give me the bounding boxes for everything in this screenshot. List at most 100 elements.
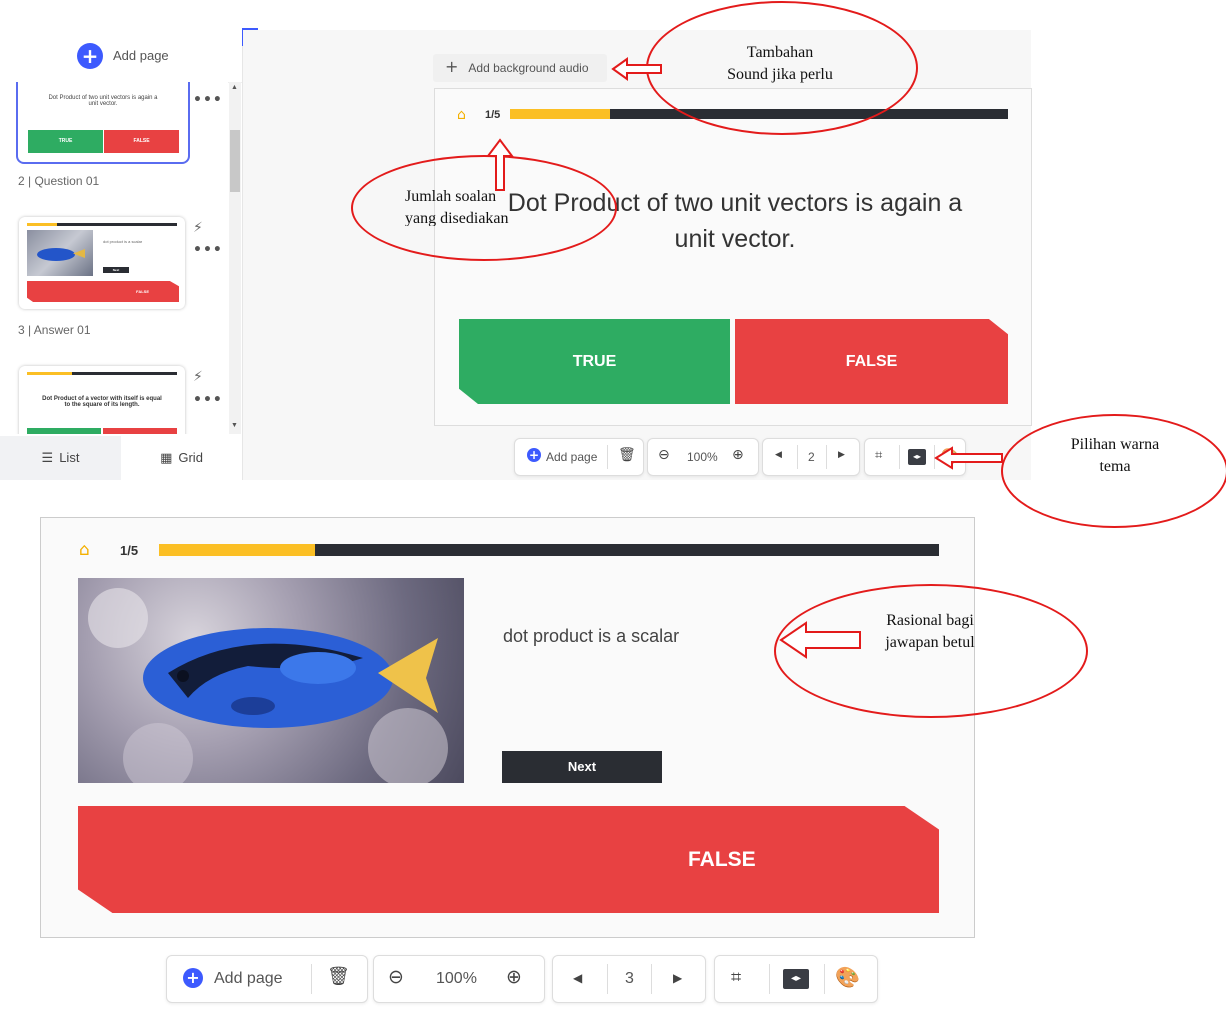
- next-button[interactable]: Next: [502, 751, 662, 783]
- toolbar-zoom-group: ⊖ 100% ⊕: [373, 955, 545, 1003]
- split-view-icon[interactable]: ◂▸: [783, 969, 809, 989]
- arrow-up-icon: [486, 138, 514, 191]
- zoom-out-icon[interactable]: ⊖: [388, 966, 404, 988]
- separator: [311, 964, 312, 994]
- annotation-count-note: Jumlah soalan yang disediakan: [405, 186, 555, 226]
- bg-audio-label: Add background audio: [468, 61, 589, 75]
- zoom-out-icon[interactable]: ⊖: [658, 447, 670, 463]
- next-page-icon[interactable]: ▶: [673, 971, 682, 985]
- separator: [899, 445, 900, 469]
- home-icon[interactable]: ⌂: [457, 107, 466, 123]
- page-number: 3: [625, 970, 634, 987]
- false-answer-label: FALSE: [688, 848, 756, 871]
- previous-page-icon[interactable]: ◀: [775, 450, 782, 460]
- plus-icon: +: [77, 43, 103, 69]
- add-page-sidebar-button[interactable]: +: [77, 43, 103, 69]
- magic-wand-icon[interactable]: ⚡: [193, 369, 203, 385]
- view-tabs: ☰ List ▦ Grid: [0, 436, 242, 480]
- toolbar-page-group: + Add page 🗑: [166, 955, 368, 1003]
- progress-bar-fill: [159, 544, 315, 556]
- theme-palette-icon[interactable]: 🎨: [835, 965, 860, 989]
- next-page-icon[interactable]: ▶: [838, 450, 845, 460]
- list-icon: ☰: [41, 451, 54, 466]
- tab-grid[interactable]: ▦ Grid: [121, 436, 242, 480]
- zoom-in-icon[interactable]: ⊕: [732, 447, 744, 463]
- fish-illustration: [88, 588, 448, 783]
- thumb-question-text: Dot Product of a vector with itself is e…: [42, 396, 162, 408]
- grid-icon: ▦: [160, 451, 173, 466]
- zoom-in-icon[interactable]: ⊕: [506, 966, 522, 988]
- true-button[interactable]: TRUE: [459, 319, 730, 404]
- annotation-theme-line-2: tema: [1099, 457, 1131, 475]
- thumb-false: FALSE: [27, 281, 179, 302]
- more-options-icon[interactable]: •••: [193, 92, 223, 108]
- thumb-true-fragment: [27, 428, 101, 434]
- add-page-icon[interactable]: +: [183, 968, 203, 988]
- thumbnail-question[interactable]: Dot Product of two unit vectors is again…: [16, 82, 190, 164]
- thumbnail-question-2[interactable]: Dot Product of a vector with itself is e…: [19, 366, 185, 434]
- fish-image-thumb: [27, 230, 93, 276]
- scroll-up-icon[interactable]: ▲: [231, 84, 238, 91]
- false-button[interactable]: FALSE: [735, 319, 1008, 404]
- add-background-audio-button[interactable]: + Add background audio: [433, 54, 607, 82]
- thumbnail-true: TRUE: [28, 130, 103, 153]
- thumbnail-false: FALSE: [104, 130, 179, 153]
- add-page-icon[interactable]: +: [527, 448, 541, 462]
- trash-icon[interactable]: 🗑: [327, 966, 350, 987]
- progress-bar: [159, 544, 939, 556]
- separator: [607, 445, 608, 469]
- fit-screen-icon[interactable]: ⌗: [731, 967, 741, 988]
- scroll-down-icon[interactable]: ▼: [231, 422, 238, 429]
- annotation-rationale-line-1: Rasional bagi: [886, 612, 974, 629]
- home-icon[interactable]: ⌂: [79, 540, 90, 560]
- annotation-theme-line-1: Pilihan warna: [1070, 436, 1160, 453]
- rationale-text: dot product is a scalar: [503, 626, 680, 646]
- toolbar-nav-group: ◀ 2 ▶: [762, 438, 860, 476]
- answer-slide: ⌂ 1/5 dot product is a scalar Next FALSE: [40, 517, 975, 938]
- thumbnail-question-text: Dot Product of two unit vectors is again…: [48, 95, 158, 107]
- annotation-rationale-line-2: jawapan betul: [885, 633, 975, 651]
- annotation-rationale-note: Rasional bagi jawapan betul: [855, 610, 1005, 653]
- previous-page-icon[interactable]: ◀: [573, 971, 582, 985]
- sidebar-header: + Add page: [0, 30, 242, 83]
- trash-icon[interactable]: 🗑: [618, 447, 636, 463]
- more-options-icon[interactable]: •••: [193, 392, 223, 408]
- more-options-icon[interactable]: •••: [193, 242, 223, 258]
- arrow-left-icon: [611, 57, 662, 81]
- add-page-button[interactable]: Add page: [214, 970, 283, 988]
- zoom-level: 100%: [687, 450, 718, 464]
- question-counter: 1/5: [120, 543, 139, 558]
- separator: [797, 445, 798, 469]
- plus-icon: +: [445, 57, 459, 76]
- separator: [826, 445, 827, 469]
- thumbnail-caption: 2 | Question 01: [18, 174, 100, 188]
- arrow-left-icon: [779, 621, 861, 659]
- thumbnail-caption: 3 | Answer 01: [18, 323, 91, 337]
- fit-screen-icon[interactable]: ⌗: [875, 448, 882, 463]
- thumbnail-answer[interactable]: dot product is a scalar Next FALSE: [19, 217, 185, 309]
- separator: [824, 964, 825, 994]
- zoom-level: 100%: [436, 970, 477, 987]
- toolbar-page-group: + Add page 🗑: [514, 438, 644, 476]
- page-number: 2: [808, 450, 815, 464]
- annotation-count-line-2: yang disediakan: [405, 209, 509, 226]
- annotation-audio-line-1: Tambahan: [746, 44, 814, 61]
- false-answer-banner: FALSE: [78, 806, 939, 913]
- magic-wand-icon[interactable]: ⚡: [193, 220, 203, 236]
- annotation-audio-note: Tambahan Sound jika perlu: [680, 42, 880, 85]
- tab-list-label: List: [59, 450, 80, 465]
- thumb-progress: [27, 372, 177, 375]
- annotation-count-line-1: Jumlah soalan: [405, 188, 497, 205]
- scrollbar-thumb[interactable]: [230, 130, 240, 192]
- thumbnail-list: Dot Product of two unit vectors is again…: [0, 82, 228, 434]
- thumb-rationale: dot product is a scalar: [103, 239, 143, 244]
- progress-bar-fill: [510, 109, 610, 119]
- question-counter: 1/5: [485, 109, 501, 121]
- add-page-sidebar-label[interactable]: Add page: [113, 48, 169, 63]
- thumb-false-fragment: [103, 428, 177, 434]
- arrow-left-icon: [934, 446, 1003, 470]
- split-view-icon[interactable]: ◂▸: [908, 449, 926, 465]
- tab-list[interactable]: ☰ List: [0, 436, 121, 480]
- separator: [769, 964, 770, 994]
- add-page-button[interactable]: Add page: [546, 450, 597, 464]
